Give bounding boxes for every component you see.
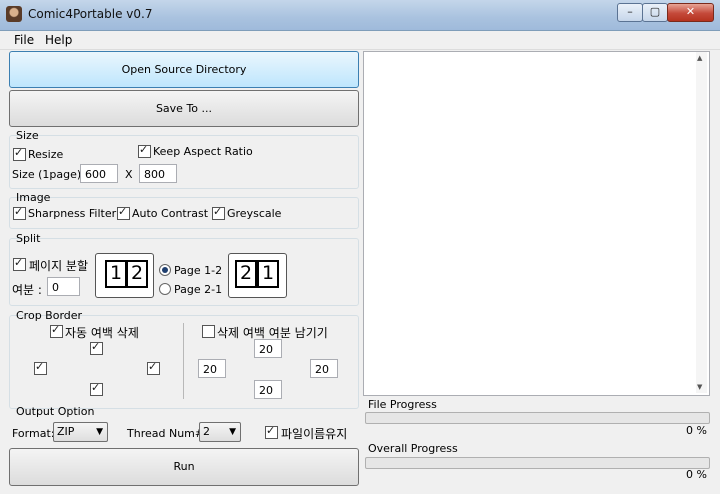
page-number: 1 (105, 260, 127, 288)
open-source-directory-button[interactable]: Open Source Directory (9, 51, 359, 88)
minimize-button[interactable]: – (617, 3, 643, 22)
page-2-1-radio[interactable] (159, 283, 171, 295)
page-2-1-label: Page 2-1 (174, 283, 223, 296)
margin-right-input[interactable]: 20 (310, 359, 338, 378)
size-label: Size (1page): (12, 168, 85, 181)
chevron-down-icon: ▼ (96, 427, 103, 437)
format-value: ZIP (57, 425, 75, 438)
crop-top-checkbox[interactable] (90, 340, 103, 355)
format-select[interactable]: ZIP ▼ (53, 422, 108, 442)
keep-filename-checkbox[interactable] (265, 424, 278, 439)
auto-crop-checkbox[interactable] (50, 323, 63, 338)
page-1-2-radio[interactable] (159, 264, 171, 276)
size-x-label: X (125, 168, 133, 181)
page-1-2-label: Page 1-2 (174, 264, 223, 277)
crop-right-checkbox[interactable] (147, 360, 160, 375)
page-order-1-2-preview: 1 2 (95, 253, 154, 298)
height-input[interactable]: 800 (139, 164, 177, 183)
log-area[interactable] (363, 51, 710, 396)
output-option-title: Output Option (16, 405, 95, 418)
scroll-down-icon[interactable]: ▼ (697, 383, 702, 391)
size-group-title: Size (16, 129, 39, 142)
margin-input[interactable]: 0 (47, 277, 80, 296)
margin-left-input[interactable]: 20 (198, 359, 226, 378)
window-title: Comic4Portable v0.7 (28, 7, 153, 21)
contrast-label: Auto Contrast (132, 207, 209, 220)
file-progress-label: File Progress (368, 398, 437, 411)
page-number: 1 (257, 260, 279, 288)
resize-checkbox[interactable] (13, 146, 26, 161)
keep-margin-checkbox[interactable] (202, 325, 215, 338)
scroll-up-icon[interactable]: ▲ (697, 54, 702, 62)
overall-progress-percent: 0 % (686, 468, 707, 481)
menu-bar (0, 31, 720, 50)
thread-value: 2 (203, 425, 210, 438)
auto-crop-label: 자동 여백 삭제 (65, 326, 139, 340)
maximize-button[interactable]: ▢ (642, 3, 668, 22)
vertical-scrollbar[interactable]: ▲ ▼ (696, 52, 707, 393)
file-progress-percent: 0 % (686, 424, 707, 437)
margin-top-input[interactable]: 20 (254, 339, 282, 358)
run-button[interactable]: Run (9, 448, 359, 486)
sharpness-checkbox[interactable] (13, 205, 26, 220)
greyscale-checkbox[interactable] (212, 205, 225, 220)
crop-divider (183, 323, 184, 399)
keep-aspect-label: Keep Aspect Ratio (153, 145, 253, 158)
sharpness-label: Sharpness Filter (28, 207, 117, 220)
keep-aspect-checkbox[interactable] (138, 143, 151, 158)
crop-bottom-checkbox[interactable] (90, 381, 103, 396)
contrast-checkbox[interactable] (117, 205, 130, 220)
page-number: 2 (126, 260, 148, 288)
greyscale-label: Greyscale (227, 207, 282, 220)
split-group-title: Split (16, 232, 41, 245)
split-label: 페이지 분할 (29, 259, 89, 273)
menu-file[interactable]: File (14, 33, 34, 47)
width-input[interactable]: 600 (80, 164, 118, 183)
menu-help[interactable]: Help (45, 33, 72, 47)
margin-label: 여분 : (12, 283, 42, 297)
crop-left-checkbox[interactable] (34, 360, 47, 375)
margin-bottom-input[interactable]: 20 (254, 380, 282, 399)
chevron-down-icon: ▼ (229, 427, 236, 437)
format-label: Format: (12, 427, 55, 440)
thread-label: Thread Num#: (127, 427, 208, 440)
image-group-title: Image (16, 191, 51, 204)
page-order-2-1-preview: 2 1 (228, 253, 287, 298)
file-progress-bar (365, 412, 710, 424)
keep-filename-label: 파일이름유지 (281, 427, 348, 441)
page-number: 2 (235, 260, 257, 288)
resize-label: Resize (28, 148, 64, 161)
app-icon (6, 6, 22, 22)
thread-select[interactable]: 2 ▼ (199, 422, 241, 442)
split-checkbox[interactable] (13, 256, 26, 271)
save-to-button[interactable]: Save To ... (9, 90, 359, 127)
close-button[interactable]: ✕ (667, 3, 714, 22)
crop-border-group-title: Crop Border (16, 309, 83, 322)
overall-progress-label: Overall Progress (368, 442, 458, 455)
